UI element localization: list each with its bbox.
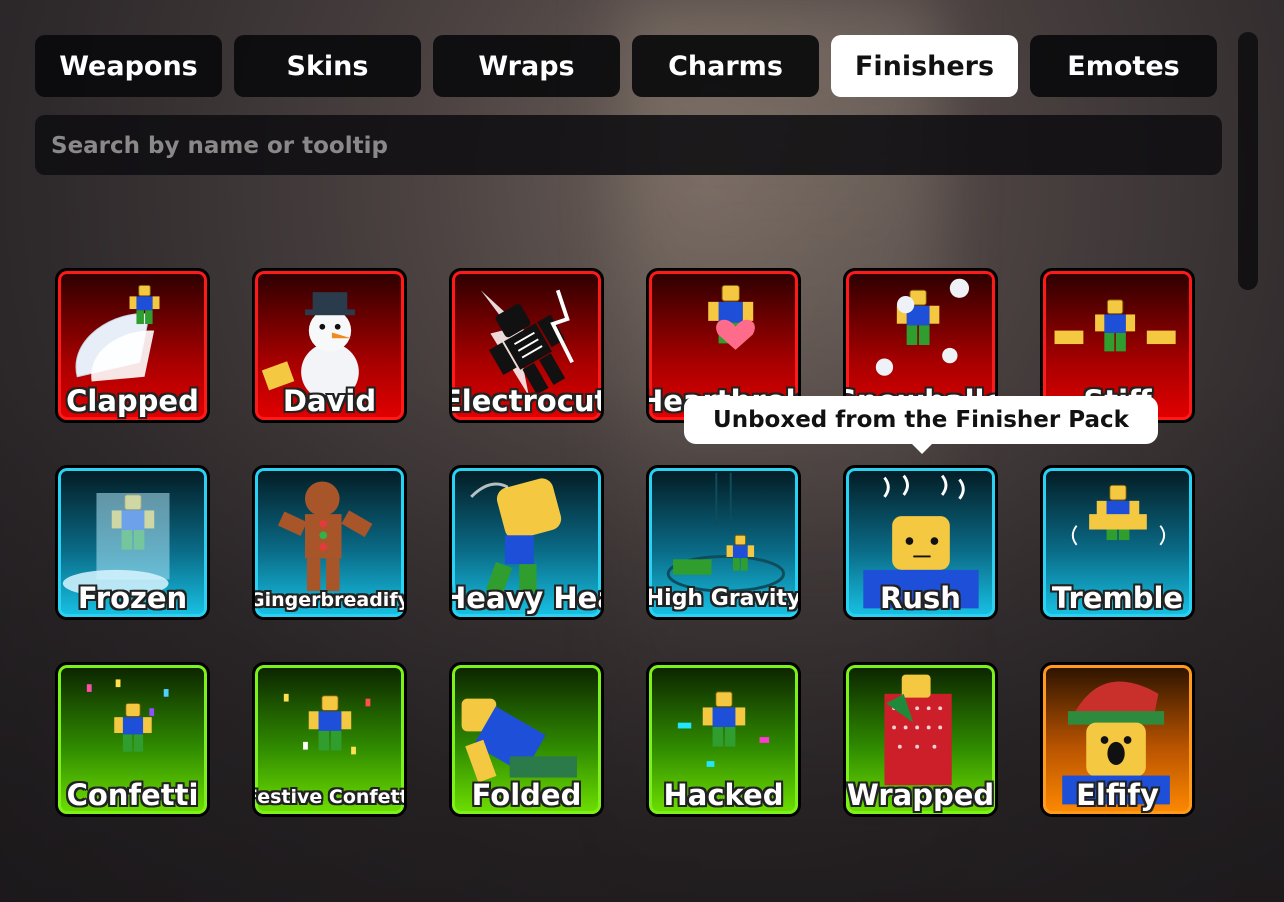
search-input[interactable] [49,115,1212,177]
finisher-card[interactable]: Hacked [646,662,801,817]
finisher-name: Festive Confetti [252,786,407,808]
tab-finishers[interactable]: Finishers [831,35,1018,97]
finisher-card[interactable]: Elfify [1040,662,1195,817]
finisher-card[interactable]: Wrapped [843,662,998,817]
finisher-card[interactable]: Tremble [1040,465,1195,620]
tab-emotes[interactable]: Emotes [1030,35,1217,97]
finisher-card[interactable]: Festive Confetti [252,662,407,817]
finisher-card[interactable]: Rush [843,465,998,620]
finisher-name: Confetti [66,778,199,812]
scrollbar[interactable] [1238,32,1258,290]
tooltip-arrow [912,444,932,454]
finisher-name: Heavy Head [449,581,601,615]
tooltip: Unboxed from the Finisher Pack [684,396,1158,454]
finisher-name: David [282,384,377,418]
finisher-name: Tremble [1051,581,1184,615]
tab-wraps[interactable]: Wraps [433,35,620,97]
finisher-card[interactable]: Frozen [55,465,210,620]
finisher-name: Frozen [77,581,188,615]
tab-skins[interactable]: Skins [234,35,421,97]
finisher-card[interactable]: Heavy Head [449,465,604,620]
finisher-name: Gingerbreadify [252,589,407,611]
finisher-card[interactable]: Electrocute [449,268,604,423]
finisher-name: Electrocute [449,384,601,418]
finisher-card[interactable]: Folded [449,662,604,817]
finisher-card[interactable]: High Gravity [646,465,801,620]
finisher-card[interactable]: Gingerbreadify [252,465,407,620]
finisher-card[interactable]: David [252,268,407,423]
finisher-name: Hacked [663,778,784,812]
finisher-name: High Gravity [646,586,801,611]
category-tabs: Weapons Skins Wraps Charms Finishers Emo… [35,35,1217,97]
finisher-card[interactable]: Clapped [55,268,210,423]
finisher-name: Rush [880,581,961,615]
finisher-card[interactable]: Confetti [55,662,210,817]
search-bar [35,115,1222,177]
finisher-grid: ClappedDavidElectrocute Heartbroken Snow… [55,268,1195,817]
finisher-name: Clapped [66,384,199,418]
finisher-name: Wrapped [846,778,995,812]
tab-weapons[interactable]: Weapons [35,35,222,97]
finisher-name: Elfify [1076,778,1159,812]
finisher-name: Folded [471,778,582,812]
tab-charms[interactable]: Charms [632,35,819,97]
tooltip-text: Unboxed from the Finisher Pack [713,407,1129,433]
